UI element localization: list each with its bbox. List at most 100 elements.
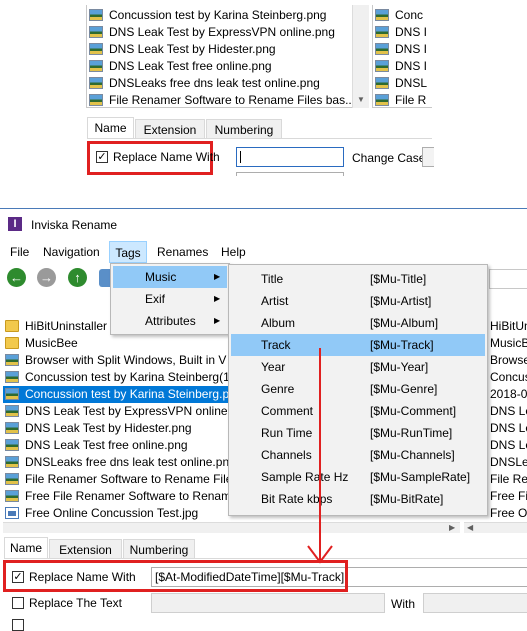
image-file-icon bbox=[5, 388, 19, 400]
file-name: DNS Le bbox=[490, 438, 527, 452]
list-item[interactable]: DNS Leak Test by Hidester.png bbox=[87, 41, 353, 58]
top-change-case-label: Change Case bbox=[352, 151, 426, 165]
image-file-icon bbox=[89, 94, 103, 106]
list-item[interactable]: DNSL bbox=[373, 75, 432, 92]
top-tab-extension[interactable]: Extension bbox=[135, 119, 205, 139]
top-tab-numbering[interactable]: Numbering bbox=[206, 119, 282, 139]
music-tag-track[interactable]: Track [$Mu-Track] bbox=[231, 334, 485, 356]
list-item[interactable]: DNS Le bbox=[488, 420, 527, 437]
list-item[interactable]: DNS Leak Test by ExpressVPN online.png bbox=[87, 24, 353, 41]
top-replace-name-input[interactable] bbox=[236, 147, 344, 167]
tags-menu-attributes[interactable]: Attributes ▶ bbox=[113, 310, 227, 332]
file-name: Concussion test by Karina Steinberg(1 bbox=[25, 370, 230, 384]
right-file-list[interactable]: HiBitUn MusicB Browse Concus 2018-0 DNS Le DNS… bbox=[488, 318, 527, 522]
list-item[interactable]: File Re bbox=[488, 471, 527, 488]
forward-icon[interactable]: → bbox=[37, 268, 56, 287]
top-change-case-select[interactable] bbox=[422, 147, 434, 167]
tag-code: [$Mu-Title] bbox=[370, 272, 427, 286]
file-name: Browser with Split Windows, Built in V bbox=[25, 353, 227, 367]
list-item[interactable]: DNS Leak Test free online.png bbox=[87, 58, 353, 75]
third-option-checkbox[interactable] bbox=[12, 619, 24, 631]
menu-navigation[interactable]: Navigation bbox=[43, 241, 100, 263]
scroll-right-arrow-icon[interactable]: ▶ bbox=[449, 523, 455, 533]
file-name: HiBitUninstaller bbox=[25, 319, 108, 333]
right-horizontal-scrollbar[interactable]: ◀ bbox=[464, 522, 527, 533]
file-name: MusicB bbox=[490, 336, 527, 350]
list-item[interactable]: DNSLeaks free dns leak test online.png bbox=[87, 75, 353, 92]
list-item[interactable]: Browse bbox=[488, 352, 527, 369]
file-name: Concus bbox=[490, 370, 527, 384]
list-item[interactable]: Free Fil bbox=[488, 488, 527, 505]
scroll-down-arrow-icon[interactable]: ▼ bbox=[357, 95, 365, 105]
back-icon[interactable]: ← bbox=[7, 268, 26, 287]
up-icon[interactable]: ↑ bbox=[68, 268, 87, 287]
list-item[interactable]: DNS I bbox=[373, 24, 432, 41]
left-horizontal-scrollbar[interactable]: ▶ bbox=[3, 522, 460, 533]
music-tag-year[interactable]: Year [$Mu-Year] bbox=[231, 356, 485, 378]
file-name: Free File Renamer Software to Rename bbox=[25, 489, 238, 503]
tag-name: Artist bbox=[261, 294, 289, 308]
submenu-arrow-icon: ▶ bbox=[214, 316, 221, 325]
tab-name[interactable]: Name bbox=[4, 537, 48, 559]
submenu-arrow-icon: ▶ bbox=[214, 294, 221, 303]
image-file-icon bbox=[375, 94, 389, 106]
list-item[interactable]: MusicB bbox=[488, 335, 527, 352]
list-item[interactable]: File Renamer Software to Rename Files ba… bbox=[87, 92, 353, 107]
music-tag-run-time[interactable]: Run Time [$Mu-RunTime] bbox=[231, 422, 485, 444]
replace-text-input[interactable] bbox=[151, 593, 385, 613]
file-name: DNS Le bbox=[490, 404, 527, 418]
file-name: MusicBee bbox=[25, 336, 78, 350]
list-item[interactable]: HiBitUn bbox=[488, 318, 527, 335]
menu-file[interactable]: File bbox=[10, 241, 29, 263]
file-name: DNS Le bbox=[490, 421, 527, 435]
with-input[interactable] bbox=[423, 593, 527, 613]
file-name: DNSLea bbox=[490, 455, 527, 469]
music-tag-comment[interactable]: Comment [$Mu-Comment] bbox=[231, 400, 485, 422]
image-file-icon bbox=[89, 77, 103, 89]
top-right-file-list[interactable]: Conc DNS I DNS I DNS I DNSL File R bbox=[372, 5, 432, 108]
tags-menu-music[interactable]: Music ▶ bbox=[113, 266, 227, 288]
image-file-icon bbox=[375, 26, 389, 38]
music-tag-genre[interactable]: Genre [$Mu-Genre] bbox=[231, 378, 485, 400]
top-left-scrollbar[interactable]: ▼ bbox=[352, 5, 369, 108]
replace-text-label: Replace The Text bbox=[29, 596, 122, 610]
list-item[interactable]: DNSLea bbox=[488, 454, 527, 471]
music-tag-artist[interactable]: Artist [$Mu-Artist] bbox=[231, 290, 485, 312]
menu-help[interactable]: Help bbox=[221, 241, 246, 263]
music-tag-channels[interactable]: Channels [$Mu-Channels] bbox=[231, 444, 485, 466]
music-tag-sample-rate-hz[interactable]: Sample Rate Hz [$Mu-SampleRate] bbox=[231, 466, 485, 488]
tab-divider bbox=[4, 558, 527, 559]
tag-code: [$Mu-BitRate] bbox=[370, 492, 444, 506]
menu-renames[interactable]: Renames bbox=[157, 241, 208, 263]
image-file-icon bbox=[89, 43, 103, 55]
list-item[interactable]: DNS Le bbox=[488, 403, 527, 420]
menu-tags[interactable]: Tags bbox=[109, 241, 147, 263]
replace-text-checkbox[interactable] bbox=[12, 597, 24, 609]
tags-menu-exif[interactable]: Exif ▶ bbox=[113, 288, 227, 310]
list-item[interactable]: DNS I bbox=[373, 41, 432, 58]
list-item[interactable]: DNS I bbox=[373, 58, 432, 75]
top-second-input[interactable] bbox=[236, 172, 344, 176]
list-item[interactable]: Free O bbox=[488, 505, 527, 522]
file-name: DNS Leak Test by Hidester.png bbox=[25, 421, 192, 435]
list-item[interactable]: Concus bbox=[488, 369, 527, 386]
music-tag-bit-rate-kbps[interactable]: Bit Rate kbps [$Mu-BitRate] bbox=[231, 488, 485, 510]
tag-name: Album bbox=[261, 316, 296, 330]
tab-extension[interactable]: Extension bbox=[49, 539, 122, 559]
attributes-label: Attributes bbox=[145, 314, 196, 328]
image-file-icon bbox=[5, 439, 19, 451]
music-tag-title[interactable]: Title [$Mu-Title] bbox=[231, 268, 485, 290]
list-item[interactable]: 2018-0 bbox=[488, 386, 527, 403]
right-path-box[interactable] bbox=[489, 269, 527, 289]
top-tab-name[interactable]: Name bbox=[87, 117, 134, 139]
list-item[interactable]: DNS Le bbox=[488, 437, 527, 454]
music-tag-album[interactable]: Album [$Mu-Album] bbox=[231, 312, 485, 334]
image-file-icon bbox=[89, 26, 103, 38]
list-item[interactable]: File R bbox=[373, 92, 432, 107]
scroll-left-arrow-icon[interactable]: ◀ bbox=[467, 523, 473, 533]
list-item[interactable]: Concussion test by Karina Steinberg.png bbox=[87, 7, 353, 24]
tab-numbering[interactable]: Numbering bbox=[123, 539, 195, 559]
top-left-file-list[interactable]: Concussion test by Karina Steinberg.png D… bbox=[86, 5, 354, 108]
top-replace-name-checkbox[interactable]: ✓ bbox=[96, 151, 108, 163]
list-item[interactable]: Conc bbox=[373, 7, 432, 24]
